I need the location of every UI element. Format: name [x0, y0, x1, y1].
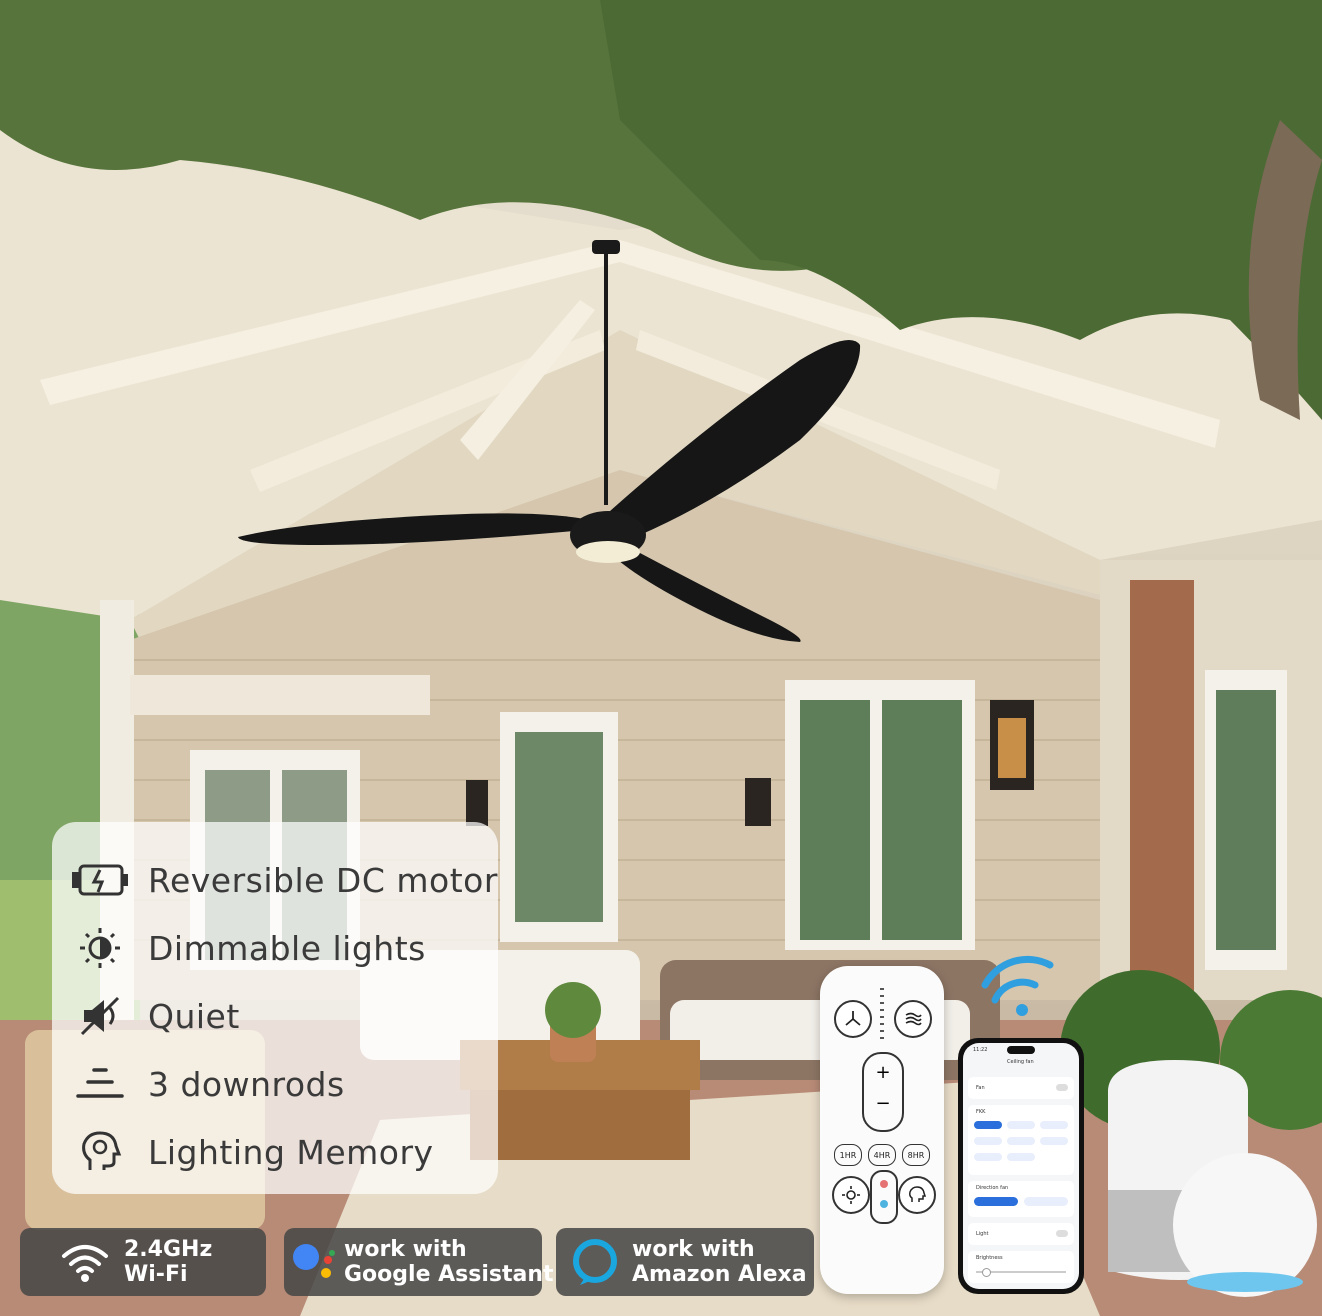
feature-panel: Reversible DC motor Dimmable lights Quie…	[52, 822, 498, 1194]
feature-label: Quiet	[148, 996, 240, 1036]
plus-label: +	[875, 1062, 891, 1083]
feature-item: 3 downrods	[70, 1056, 345, 1112]
smartphone: 11:22 Ceiling fan Fan FKK Direction fan	[958, 1038, 1084, 1294]
google-badge-line1: work with	[344, 1237, 467, 1262]
quiet-mute-icon	[70, 994, 130, 1038]
feature-item: Dimmable lights	[70, 920, 426, 976]
feature-label: Reversible DC motor	[148, 860, 498, 900]
speed-rocker: + −	[862, 1052, 904, 1132]
direction-label: Direction fan	[976, 1185, 1009, 1191]
lighting-memory-icon	[70, 1130, 130, 1174]
dimmable-light-icon	[70, 926, 130, 970]
brightness-card: Brightness	[968, 1251, 1074, 1283]
brightness-label: Brightness	[976, 1255, 1003, 1261]
fan-label: Fan	[976, 1085, 985, 1091]
breeze-icon	[894, 1000, 932, 1038]
feature-label: Lighting Memory	[148, 1132, 434, 1172]
google-badge-line2: Google Assistant	[344, 1262, 554, 1287]
amazon-alexa-icon	[570, 1237, 620, 1287]
speed-indicator	[880, 988, 884, 1044]
wifi-badge-line1: 2.4GHz	[124, 1237, 213, 1262]
timer-1hr: 1HR	[834, 1144, 862, 1166]
downrods-icon	[70, 1062, 130, 1106]
remote-control: + − 1HR 4HR 8HR	[820, 966, 944, 1294]
timer-8hr: 8HR	[902, 1144, 930, 1166]
alexa-badge-line2: Amazon Alexa	[632, 1262, 807, 1287]
direction-card: Direction fan	[968, 1181, 1074, 1217]
fan-icon	[834, 1000, 872, 1038]
wifi-badge-line2: Wi-Fi	[124, 1262, 188, 1287]
dc-motor-icon	[70, 858, 130, 902]
alexa-badge-line1: work with	[632, 1237, 755, 1262]
feature-item: Reversible DC motor	[70, 852, 498, 908]
product-image: Reversible DC motor Dimmable lights Quie…	[0, 0, 1322, 1316]
app-title: Ceiling fan	[1007, 1059, 1034, 1065]
fan-toggle	[1056, 1084, 1068, 1091]
wifi-icon	[60, 1240, 110, 1284]
light-label: Light	[976, 1231, 989, 1237]
feature-item: Quiet	[70, 988, 240, 1044]
amazon-alexa-badge: work with Amazon Alexa	[556, 1228, 814, 1296]
speed-label: FKK	[976, 1109, 986, 1115]
wifi-badge: 2.4GHz Wi-Fi	[20, 1228, 266, 1296]
color-temp-rocker	[870, 1170, 898, 1224]
memory-icon	[898, 1176, 936, 1214]
app-screen: 11:22 Ceiling fan Fan FKK Direction fan	[963, 1043, 1079, 1289]
google-assistant-badge: work with Google Assistant	[284, 1228, 554, 1296]
light-icon	[832, 1176, 870, 1214]
status-time: 11:22	[973, 1047, 988, 1053]
timer-4hr: 4HR	[868, 1144, 896, 1166]
feature-item: Lighting Memory	[70, 1124, 434, 1180]
google-assistant-icon	[290, 1237, 340, 1287]
feature-label: Dimmable lights	[148, 928, 426, 968]
fan-card: Fan	[968, 1077, 1074, 1099]
light-card: Light	[968, 1223, 1074, 1245]
feature-label: 3 downrods	[148, 1064, 345, 1104]
speed-card: FKK	[968, 1105, 1074, 1175]
minus-label: −	[875, 1093, 891, 1114]
